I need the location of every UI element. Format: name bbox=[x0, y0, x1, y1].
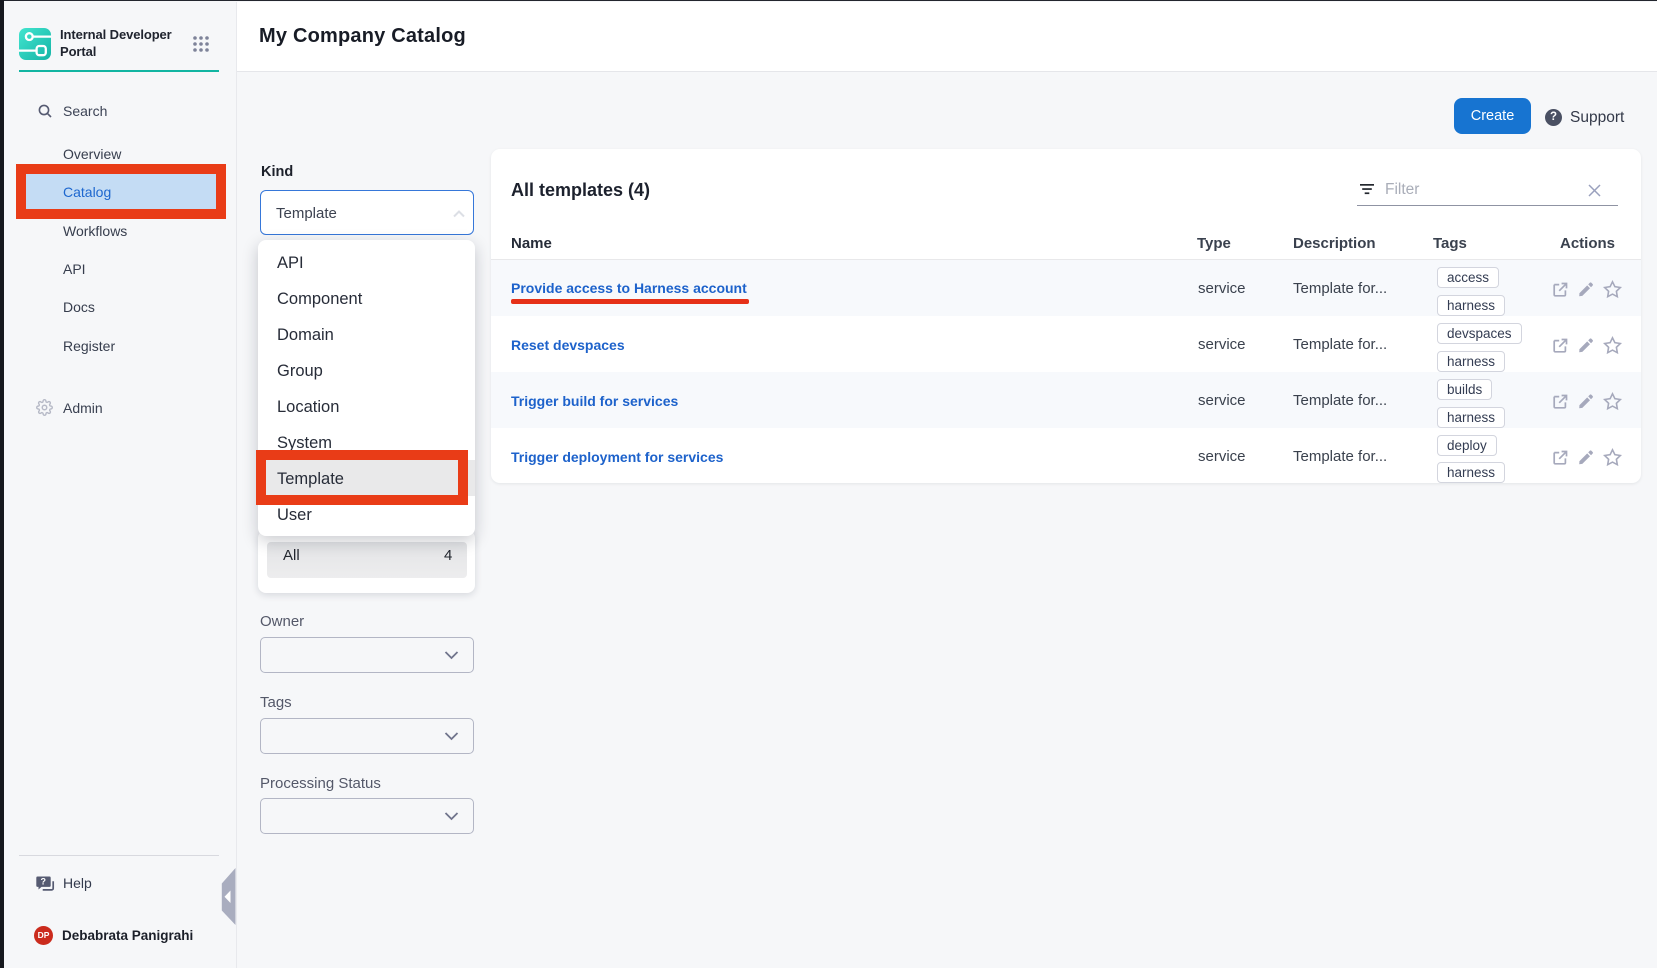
svg-text:?: ? bbox=[41, 877, 47, 887]
